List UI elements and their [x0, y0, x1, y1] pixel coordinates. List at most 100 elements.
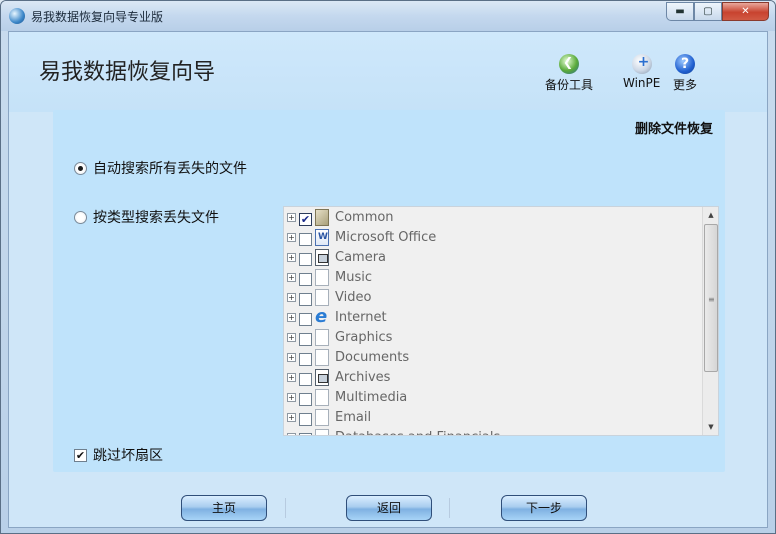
tree-list: +✔Common+Microsoft Office+Camera+Music+V…: [284, 207, 704, 436]
expand-icon[interactable]: +: [287, 372, 296, 382]
window-controls: ▬ ▢ ✕: [666, 2, 769, 21]
expand-icon[interactable]: +: [287, 312, 296, 322]
tree-row[interactable]: + Music: [284, 267, 704, 287]
scroll-down-icon[interactable]: ▼: [703, 419, 718, 435]
tree-row[interactable]: + Databases and Financials: [284, 427, 704, 436]
tree-checkbox[interactable]: [299, 292, 312, 306]
app-logo-icon: [9, 8, 25, 24]
tree-item-label: Archives: [335, 369, 391, 385]
file-icon: [315, 428, 329, 435]
skip-bad-sectors-checkbox[interactable]: ✔ 跳过坏扇区: [74, 445, 163, 465]
back-button[interactable]: 返回: [346, 495, 432, 521]
expand-icon[interactable]: +: [287, 232, 296, 242]
file-icon: [315, 388, 329, 406]
tree-checkbox[interactable]: [299, 372, 312, 386]
tree-checkbox[interactable]: [299, 232, 312, 246]
client-area: 易我数据恢复向导 备份工具 WinPE ? 更多 删除文件恢复 自动搜索所有丢失…: [8, 31, 768, 528]
radio-auto-search[interactable]: 自动搜索所有丢失的文件: [74, 158, 247, 178]
tree-checkbox[interactable]: [299, 312, 312, 326]
more-label: 更多: [673, 78, 698, 92]
radio-by-type[interactable]: 按类型搜索丢失文件: [74, 207, 219, 227]
tree-item-label: Documents: [335, 349, 410, 365]
app-header: 易我数据恢复向导 备份工具 WinPE ? 更多: [9, 32, 767, 112]
cam-icon: [315, 368, 329, 386]
file-icon: [315, 408, 329, 426]
expand-icon[interactable]: +: [287, 432, 296, 435]
file-type-tree[interactable]: +✔Common+Microsoft Office+Camera+Music+V…: [283, 206, 719, 436]
radio-auto-label: 自动搜索所有丢失的文件: [93, 161, 247, 177]
backup-icon: [559, 54, 579, 74]
minimize-icon: ▬: [675, 6, 685, 17]
scroll-grip-icon: ≡: [708, 295, 715, 304]
footer-divider: [285, 498, 286, 518]
winpe-icon: [631, 54, 652, 74]
tree-item-label: Video: [335, 289, 372, 305]
tree-checkbox[interactable]: [299, 332, 312, 346]
close-button[interactable]: ✕: [722, 2, 769, 21]
tree-row[interactable]: + Internet: [284, 306, 704, 327]
expand-icon[interactable]: +: [287, 292, 296, 302]
radio-by-type-indicator[interactable]: [74, 210, 87, 224]
file-icon: [315, 348, 329, 366]
tree-scrollbar[interactable]: ▲ ≡ ▼: [702, 207, 718, 435]
tree-checkbox[interactable]: [299, 432, 312, 435]
ie-icon: [315, 306, 329, 327]
file-icon: [315, 328, 329, 346]
minimize-button[interactable]: ▬: [666, 2, 694, 21]
tree-item-label: Email: [335, 409, 372, 425]
section-label: 删除文件恢复: [634, 122, 713, 137]
backup-tools-label: 备份工具: [545, 78, 594, 92]
scroll-thumb[interactable]: ≡: [704, 224, 718, 372]
file-icon: [315, 268, 329, 286]
tree-checkbox[interactable]: [299, 412, 312, 426]
tree-checkbox[interactable]: [299, 252, 312, 266]
tree-row[interactable]: + Email: [284, 407, 704, 427]
footer-divider: [449, 498, 450, 518]
skip-bad-sectors-box[interactable]: ✔: [74, 448, 87, 462]
next-button[interactable]: 下一步: [501, 495, 587, 521]
window-title: 易我数据恢复向导专业版: [31, 10, 164, 24]
tree-item-label: Multimedia: [335, 389, 408, 405]
expand-icon[interactable]: +: [287, 332, 296, 342]
tree-row[interactable]: + Microsoft Office: [284, 227, 704, 247]
tree-row[interactable]: + Camera: [284, 247, 704, 267]
tree-row[interactable]: + Graphics: [284, 327, 704, 347]
file-icon: [315, 288, 329, 306]
maximize-icon: ▢: [703, 6, 713, 17]
radio-by-type-label: 按类型搜索丢失文件: [93, 210, 219, 226]
expand-icon[interactable]: +: [287, 212, 296, 222]
tree-checkbox[interactable]: [299, 352, 312, 366]
scroll-up-icon[interactable]: ▲: [703, 207, 718, 223]
tree-item-label: Common: [335, 209, 394, 225]
winpe-label: WinPE: [623, 76, 661, 90]
expand-icon[interactable]: +: [287, 352, 296, 362]
recovery-panel: 删除文件恢复 自动搜索所有丢失的文件 按类型搜索丢失文件 +✔Common+Mi…: [53, 110, 725, 472]
app-window: 易我数据恢复向导专业版 ▬ ▢ ✕ 易我数据恢复向导 备份工具 WinPE ? …: [0, 0, 776, 534]
tree-item-label: Graphics: [335, 329, 393, 345]
title-bar[interactable]: 易我数据恢复向导专业版 ▬ ▢ ✕: [1, 1, 775, 31]
tree-row[interactable]: + Archives: [284, 367, 704, 387]
cam-icon: [315, 248, 329, 266]
expand-icon[interactable]: +: [287, 252, 296, 262]
expand-icon[interactable]: +: [287, 392, 296, 402]
expand-icon[interactable]: +: [287, 412, 296, 422]
tree-row[interactable]: + Video: [284, 287, 704, 307]
tree-item-label: Music: [335, 269, 372, 285]
tree-row[interactable]: + Multimedia: [284, 387, 704, 407]
expand-icon[interactable]: +: [287, 272, 296, 282]
tree-row[interactable]: + Documents: [284, 347, 704, 367]
cube-icon: [315, 208, 329, 226]
tree-item-label: Internet: [335, 309, 387, 325]
tree-row[interactable]: + ✔ Common: [284, 207, 704, 227]
winpe-button[interactable]: WinPE: [623, 54, 660, 90]
more-button[interactable]: ? 更多: [673, 54, 697, 93]
backup-tools-button[interactable]: 备份工具: [545, 54, 593, 93]
close-icon: ✕: [741, 6, 750, 17]
tree-checkbox[interactable]: [299, 392, 312, 406]
radio-auto-indicator[interactable]: [74, 161, 87, 175]
home-button[interactable]: 主页: [181, 495, 267, 521]
tree-checkbox[interactable]: ✔: [299, 212, 312, 226]
tree-checkbox[interactable]: [299, 272, 312, 286]
maximize-button[interactable]: ▢: [694, 2, 722, 21]
tree-item-label: Databases and Financials: [335, 430, 500, 436]
